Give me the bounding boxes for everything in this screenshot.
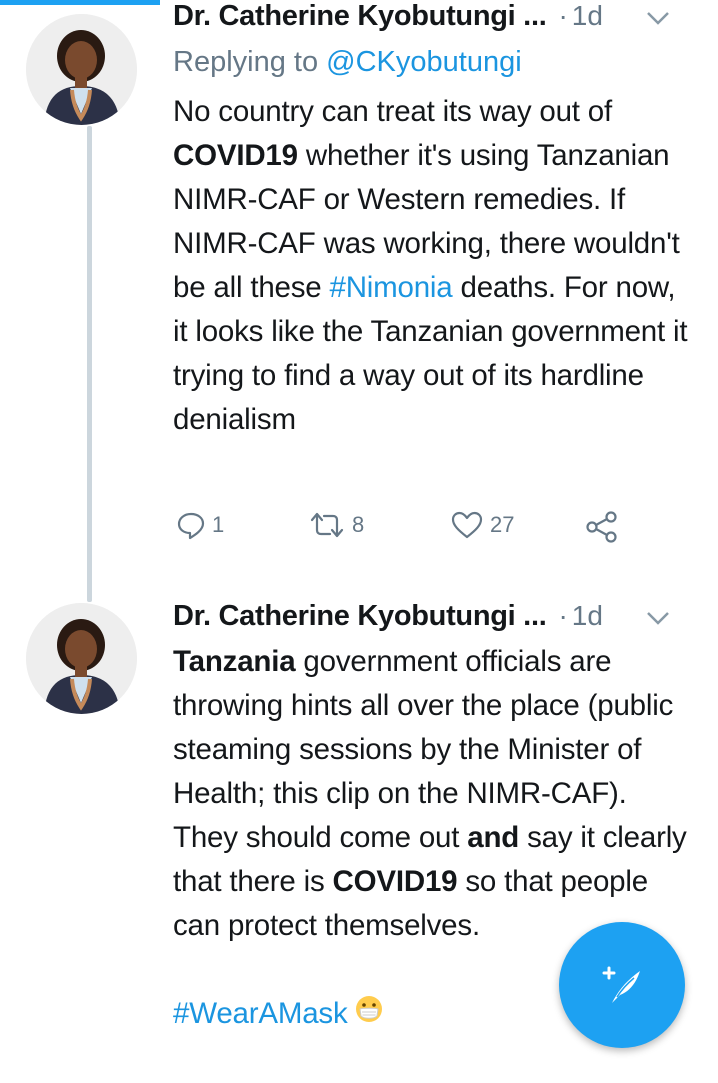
reply-button[interactable]: 1 xyxy=(176,510,224,540)
share-button[interactable] xyxy=(584,510,626,544)
thread-connector-line xyxy=(87,126,92,602)
replying-mention-link[interactable]: @CKyobutungi xyxy=(326,46,522,78)
like-button[interactable]: 27 xyxy=(450,510,514,540)
separator-dot: · xyxy=(558,600,568,631)
heart-icon xyxy=(451,511,483,539)
avatar[interactable] xyxy=(26,603,137,714)
tweet-text: No country can treat its way out of xyxy=(173,95,612,128)
avatar-photo xyxy=(26,14,137,125)
tweet-body: No country can treat its way out of COVI… xyxy=(173,90,693,442)
avatar-photo xyxy=(26,603,137,714)
avatar[interactable] xyxy=(26,14,137,125)
retweet-button[interactable]: 8 xyxy=(308,510,364,540)
retweet-icon xyxy=(310,512,344,538)
tweet-text-bold: COVID19 xyxy=(332,865,458,898)
timestamp[interactable]: 1d xyxy=(572,0,603,32)
tweet-text-bold: and xyxy=(467,821,520,854)
chevron-down-icon[interactable] xyxy=(643,6,673,30)
share-icon xyxy=(586,511,617,543)
tweet-body: Tanzania government officials are throwi… xyxy=(173,640,693,948)
hashtag-link[interactable]: #Nimonia xyxy=(329,271,452,304)
author-name[interactable]: Dr. Catherine Kyobutungi ... xyxy=(173,0,547,33)
tweet-1[interactable]: Dr. Catherine Kyobutungi ... · 1d Replyi… xyxy=(173,0,693,442)
replying-to: Replying to @CKyobutungi xyxy=(173,46,693,82)
top-progress-accent xyxy=(0,0,160,5)
compose-tweet-button[interactable] xyxy=(559,922,685,1048)
tweet-header: Dr. Catherine Kyobutungi ... · 1d xyxy=(173,600,693,634)
tweet-text-bold: Tanzania xyxy=(173,645,296,678)
like-count: 27 xyxy=(490,512,515,537)
reply-icon xyxy=(177,512,205,540)
tweet-header: Dr. Catherine Kyobutungi ... · 1d xyxy=(173,0,693,34)
reply-count: 1 xyxy=(212,512,225,537)
compose-tweet-icon xyxy=(602,966,640,1003)
tweet-text-bold: COVID19 xyxy=(173,139,298,172)
retweet-count: 8 xyxy=(352,512,365,537)
replying-prefix: Replying to xyxy=(173,46,327,78)
tweet-actions: 1 8 27 xyxy=(176,510,636,554)
mask-face-icon xyxy=(354,993,384,1037)
chevron-down-icon[interactable] xyxy=(643,606,673,630)
timestamp[interactable]: 1d xyxy=(572,600,603,632)
separator-dot: · xyxy=(558,0,568,31)
hashtag-link[interactable]: #WearAMask xyxy=(173,997,348,1030)
author-name[interactable]: Dr. Catherine Kyobutungi ... xyxy=(173,600,547,633)
